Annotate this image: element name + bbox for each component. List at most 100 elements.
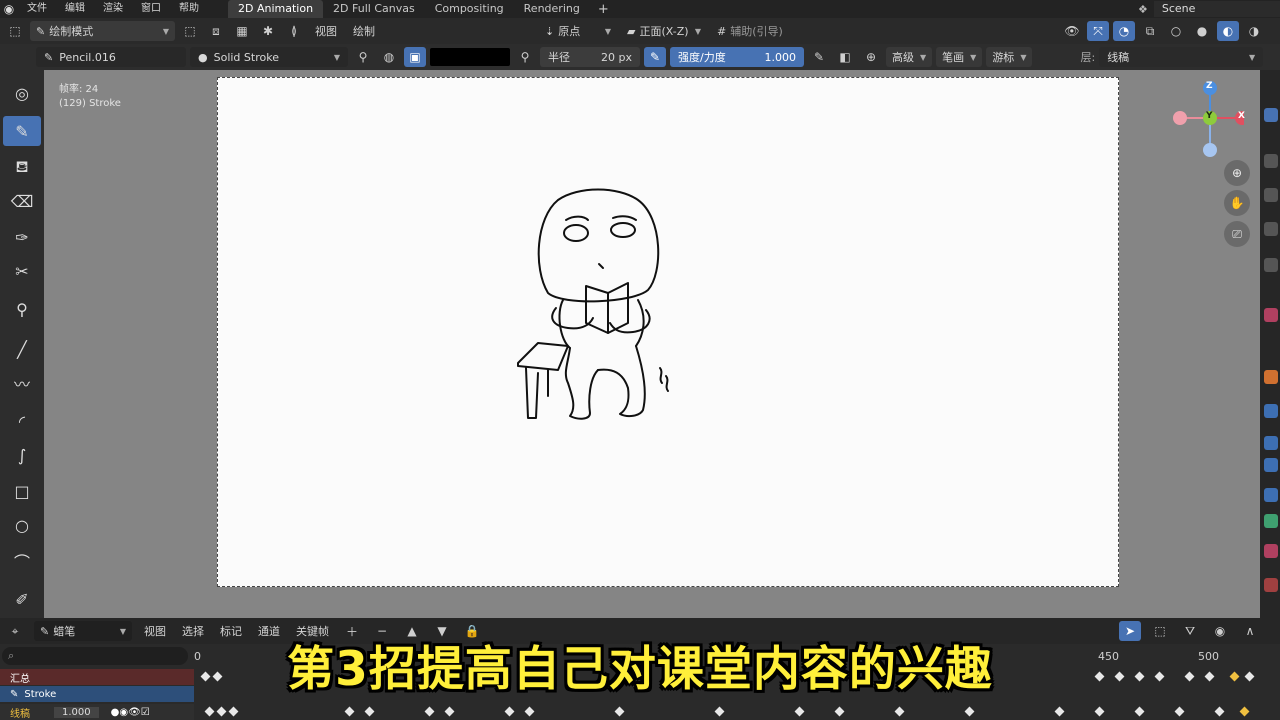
select-box-icon[interactable]: ⬚ <box>1149 621 1171 641</box>
strength-slider[interactable]: 强度/力度 1.000 <box>670 47 804 67</box>
menu-render[interactable]: 渲染 <box>94 0 132 18</box>
curve-tool-icon[interactable]: ∫ <box>3 440 41 470</box>
arc-tool-icon[interactable]: ◜ <box>3 406 41 436</box>
channel-layer[interactable]: 线稿 1.000 ●◉👁☑ <box>0 704 194 720</box>
color-mode-icon[interactable]: ◍ <box>378 47 400 67</box>
tint-tool-icon[interactable]: ✑ <box>3 222 41 252</box>
falloff-curve-icon[interactable]: ∧ <box>1239 621 1261 641</box>
keyframe[interactable] <box>364 706 375 717</box>
origin-dropdown[interactable]: ⇣ 原点 ▼ <box>539 21 617 41</box>
view-menu[interactable]: 视图 <box>309 21 343 41</box>
layer-opacity-field[interactable]: 1.000 <box>54 706 99 718</box>
channel-summary[interactable]: 汇总 <box>0 669 194 685</box>
radius-slider[interactable]: 半径 20 px <box>540 47 640 67</box>
orientation-dropdown[interactable]: ▰ 正面(X-Z) ▼ <box>621 21 707 41</box>
shading-render-icon[interactable]: ◑ <box>1243 21 1265 41</box>
drawing-canvas[interactable] <box>217 77 1119 587</box>
keyframe[interactable] <box>714 706 725 717</box>
tab-compositing[interactable]: Compositing <box>425 0 514 18</box>
layer-dropdown[interactable]: 线稿 ▼ <box>1099 47 1264 67</box>
keyframe[interactable] <box>1094 706 1105 717</box>
tab-rendering[interactable]: Rendering <box>514 0 590 18</box>
scene-props-icon[interactable] <box>1264 258 1278 272</box>
keyframe[interactable] <box>1134 706 1145 717</box>
keyframe[interactable] <box>1184 671 1195 682</box>
tool-props-icon[interactable] <box>1264 108 1278 122</box>
menu-edit[interactable]: 编辑 <box>56 0 94 18</box>
tab-2d-animation[interactable]: 2D Animation <box>228 0 324 18</box>
vertex-color-icon[interactable]: ▣ <box>404 47 426 67</box>
scene-name[interactable]: Scene <box>1153 1 1280 17</box>
camera-icon[interactable]: ⎚ <box>1224 221 1250 247</box>
keyframe[interactable] <box>834 706 845 717</box>
erase-tool-icon[interactable]: ⌫ <box>3 186 41 216</box>
keyframe[interactable] <box>1174 706 1185 717</box>
stroke-dropdown[interactable]: 笔画 ▼ <box>936 47 983 67</box>
falloff-icon[interactable]: ⊕ <box>860 47 882 67</box>
stabilizer-icon[interactable]: ◧ <box>834 47 856 67</box>
3d-viewport[interactable]: 帧率: 24 (129) Stroke Z Y X ⊕ ✋ ⎚ <box>44 70 1260 618</box>
shading-solid-icon[interactable]: ● <box>1191 21 1213 41</box>
render-props-icon[interactable] <box>1264 154 1278 168</box>
move-down-icon[interactable]: ▼ <box>431 621 453 641</box>
cutter-tool-icon[interactable]: ✂ <box>3 256 41 286</box>
pan-hand-icon[interactable]: ✋ <box>1224 190 1250 216</box>
zoom-icon[interactable]: ⊕ <box>1224 160 1250 186</box>
keyframe[interactable] <box>344 706 355 717</box>
stroke-color-swatch[interactable] <box>430 48 510 66</box>
cursor-tool-icon[interactable]: ◎ <box>3 78 41 108</box>
select-mode-icon[interactable]: ⧈ <box>205 21 227 41</box>
advanced-dropdown[interactable]: 高级 ▼ <box>886 47 933 67</box>
keyframe[interactable] <box>614 706 625 717</box>
object-props-icon[interactable] <box>1264 370 1278 384</box>
pressure-strength-icon[interactable]: ✎ <box>808 47 830 67</box>
timeline-mode-dropdown[interactable]: ✎ 蜡笔 ▼ <box>34 621 132 641</box>
keyframe[interactable] <box>1054 706 1065 717</box>
material-dropdown[interactable]: ● Solid Stroke ▼ <box>190 47 348 67</box>
scene-selector[interactable]: ❖ Scene <box>1130 0 1280 18</box>
box-tool-icon[interactable]: □ <box>3 476 41 506</box>
timeline-menu-select[interactable]: 选择 <box>178 623 208 639</box>
keyframe[interactable] <box>424 706 435 717</box>
lock-icon[interactable]: 🔒 <box>461 621 483 641</box>
timeline-menu-key[interactable]: 关键帧 <box>292 623 333 639</box>
layer-visibility-icon[interactable]: ●◉👁☑ <box>111 707 150 718</box>
data-props-icon[interactable] <box>1264 514 1278 528</box>
shading-material-icon[interactable]: ◐ <box>1217 21 1239 41</box>
line-tool-icon[interactable]: ╱ <box>3 334 41 364</box>
keyframe[interactable] <box>212 671 223 682</box>
pressure-radius-icon[interactable]: ✎ <box>644 47 666 67</box>
keyframe[interactable] <box>794 706 805 717</box>
constraint-props-icon[interactable] <box>1264 488 1278 502</box>
timeline-menu-view[interactable]: 视图 <box>140 623 170 639</box>
polyline-tool-icon[interactable]: 〰 <box>3 368 41 398</box>
draw-tool-icon[interactable]: ✎ <box>3 116 41 146</box>
keyframe[interactable] <box>504 706 515 717</box>
multiframe-icon[interactable]: ▦ <box>231 21 253 41</box>
visibility-icon[interactable]: 👁 <box>1061 21 1083 41</box>
channel-search-input[interactable]: ⌕ <box>2 647 188 665</box>
timeline-menu-marker[interactable]: 标记 <box>216 623 246 639</box>
keyframe[interactable] <box>1229 671 1240 682</box>
shading-wire-icon[interactable]: ○ <box>1165 21 1187 41</box>
keyframe[interactable] <box>228 706 239 717</box>
keyframe[interactable] <box>1154 671 1165 682</box>
eyedropper-tool-icon[interactable]: ⚲ <box>3 294 41 324</box>
texture-props-icon[interactable] <box>1264 578 1278 592</box>
keyframe[interactable] <box>1214 706 1225 717</box>
material-props-icon[interactable] <box>1264 544 1278 558</box>
keyframe[interactable] <box>444 706 455 717</box>
channel-stroke[interactable]: ✎ Stroke <box>0 686 194 702</box>
editor-type-icon[interactable]: ⬚ <box>4 21 26 41</box>
modifier-props-icon[interactable] <box>1264 404 1278 418</box>
object-name-field[interactable]: ✎ Pencil.016 <box>36 47 186 67</box>
tab-2d-full-canvas[interactable]: 2D Full Canvas <box>323 0 425 18</box>
keyframe-row-layer[interactable] <box>196 704 1260 720</box>
keyframe[interactable] <box>1114 671 1125 682</box>
mode-dropdown[interactable]: ✎ 绘制模式 ▼ <box>30 21 175 41</box>
remove-layer-icon[interactable]: − <box>371 621 393 641</box>
physics-props-icon[interactable] <box>1264 458 1278 472</box>
keyframe[interactable] <box>216 706 227 717</box>
keyframe[interactable] <box>1134 671 1145 682</box>
annotate-tool-icon[interactable]: ✐ <box>3 584 41 614</box>
